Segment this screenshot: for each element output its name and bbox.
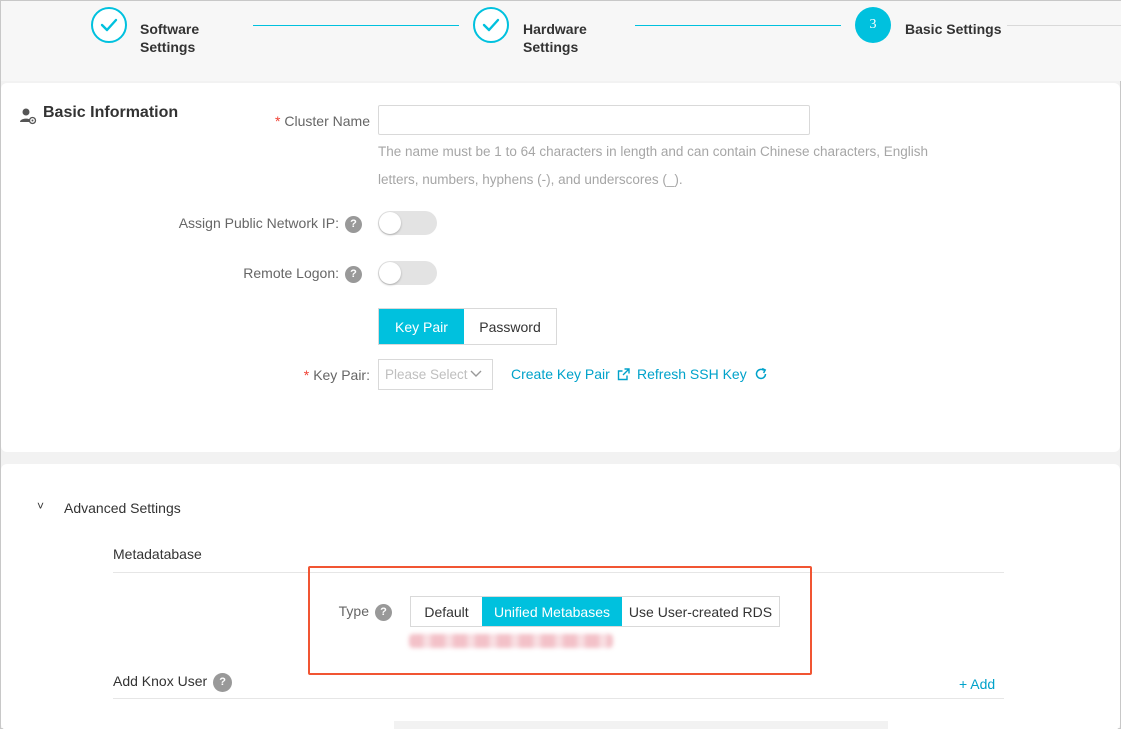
- cluster-name-label: * Cluster Name: [274, 113, 370, 129]
- external-link-icon: [617, 368, 630, 381]
- advanced-settings-toggle[interactable]: Advanced Settings: [64, 500, 181, 516]
- chevron-down-icon[interactable]: ˅: [37, 499, 44, 513]
- step-1-label[interactable]: Software Settings: [140, 20, 230, 56]
- step-progress: Software Settings Hardware Settings 3 Ba…: [1, 1, 1121, 81]
- help-icon[interactable]: ?: [345, 265, 362, 283]
- user-settings-icon: [20, 108, 37, 125]
- password-option[interactable]: Password: [464, 309, 556, 344]
- public-ip-toggle[interactable]: [378, 211, 437, 235]
- step-2-check-icon: [473, 7, 509, 43]
- refresh-icon: [755, 367, 766, 380]
- knox-user-title: Add Knox User?: [113, 673, 233, 692]
- public-ip-label: Assign Public Network IP:?: [121, 215, 362, 233]
- key-pair-option[interactable]: Key Pair: [379, 309, 464, 344]
- step-2-label[interactable]: Hardware Settings: [523, 20, 613, 56]
- table-header: [394, 721, 888, 729]
- chevron-down-icon: [470, 370, 482, 377]
- step-3-label: Basic Settings: [905, 21, 1002, 37]
- key-pair-select[interactable]: Please Select: [378, 359, 493, 390]
- auth-mode-selector: Key Pair Password: [378, 308, 557, 345]
- toggle-knob: [379, 262, 401, 284]
- refresh-ssh-key-link[interactable]: Refresh SSH Key: [637, 366, 768, 382]
- add-knox-user-button[interactable]: + Add: [959, 676, 995, 692]
- highlight-box: [308, 566, 812, 675]
- step-connector: [1007, 25, 1121, 26]
- remote-logon-toggle[interactable]: [378, 261, 437, 285]
- toggle-knob: [379, 212, 401, 234]
- section-title: Basic Information: [43, 104, 179, 121]
- step-connector: [253, 25, 459, 26]
- help-icon[interactable]: ?: [213, 673, 233, 692]
- key-pair-label: * Key Pair:: [303, 367, 370, 383]
- step-connector: [635, 25, 841, 26]
- cluster-name-hint: The name must be 1 to 64 characters in l…: [378, 144, 929, 187]
- step-1-check-icon: [91, 7, 127, 43]
- create-key-pair-link[interactable]: Create Key Pair: [511, 366, 630, 382]
- divider: [113, 698, 1004, 699]
- metadatabase-title: Metadatabase: [113, 546, 202, 562]
- cluster-name-input[interactable]: [378, 105, 810, 135]
- help-icon[interactable]: ?: [345, 215, 362, 233]
- remote-logon-label: Remote Logon:?: [121, 265, 362, 283]
- step-3-number: 3: [855, 7, 891, 43]
- key-pair-placeholder: Please Select: [385, 367, 468, 382]
